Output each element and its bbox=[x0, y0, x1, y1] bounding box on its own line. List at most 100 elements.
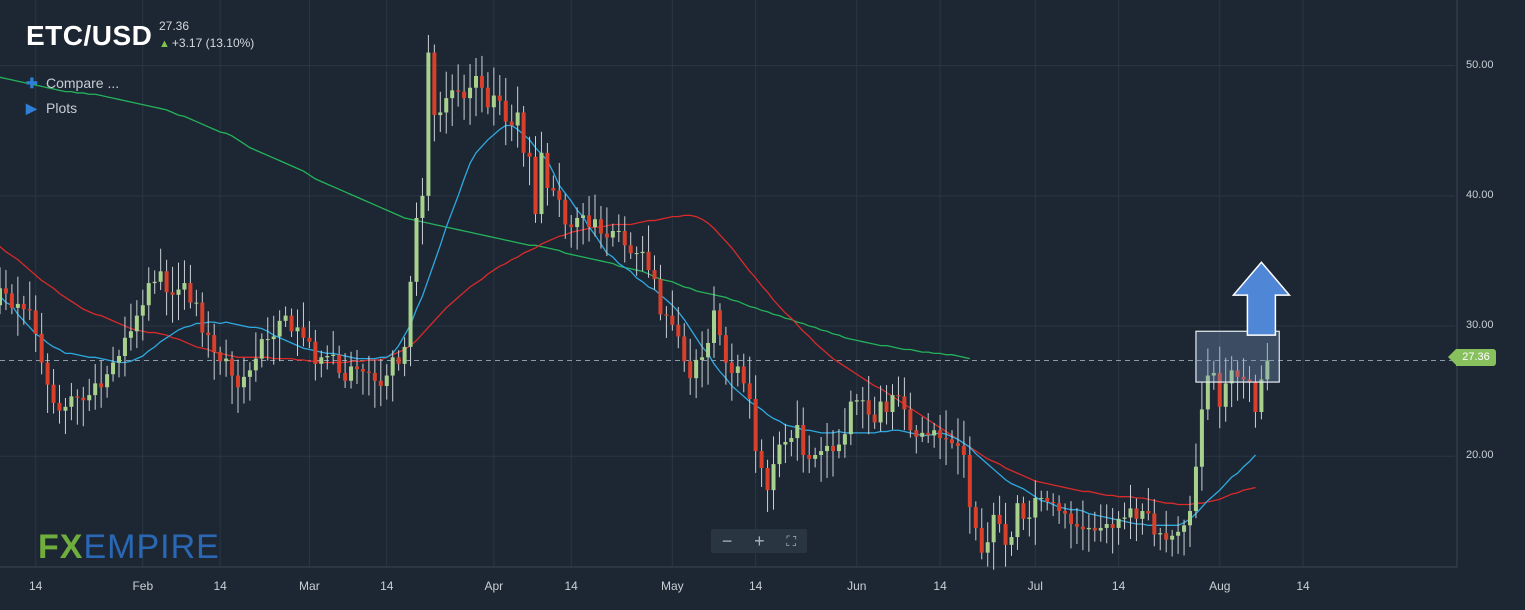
candle-body bbox=[438, 112, 443, 116]
candle-body bbox=[93, 383, 98, 396]
candle-body bbox=[920, 432, 925, 437]
candle-body bbox=[128, 331, 133, 338]
candle-body bbox=[182, 283, 187, 290]
x-tick-label: 14 bbox=[380, 579, 394, 593]
candle-body bbox=[515, 112, 520, 126]
zoom-out-button[interactable]: − bbox=[722, 531, 733, 552]
candle-body bbox=[1051, 501, 1056, 504]
candle-body bbox=[105, 374, 110, 388]
candle-body bbox=[396, 357, 401, 364]
candle-body bbox=[598, 219, 603, 234]
candle-body bbox=[1009, 537, 1014, 545]
candle-body bbox=[1223, 383, 1228, 407]
candle-body bbox=[1188, 510, 1192, 526]
candle-body bbox=[866, 400, 871, 415]
candle-body bbox=[563, 199, 568, 225]
candle-body bbox=[176, 289, 181, 295]
candle-body bbox=[468, 87, 473, 99]
candle-body bbox=[87, 395, 92, 401]
plus-icon: ✚ bbox=[26, 75, 38, 91]
candle-body bbox=[432, 52, 437, 116]
candle-body bbox=[426, 52, 431, 196]
candle-body bbox=[497, 95, 502, 101]
candle-body bbox=[581, 215, 586, 218]
chart-area[interactable]: ETC/USD 27.36 ▲ +3.17 (13.10%) ✚ Compare .… bbox=[0, 0, 1525, 610]
y-tick-label: 30.00 bbox=[1466, 319, 1494, 332]
candle-body bbox=[1116, 518, 1121, 528]
candle-body bbox=[801, 425, 806, 455]
candle-body bbox=[390, 357, 395, 376]
price-chart[interactable] bbox=[0, 0, 1525, 610]
plots-button[interactable]: ▶ Plots bbox=[26, 100, 77, 117]
x-tick-label: 14 bbox=[1296, 579, 1310, 593]
candle-body bbox=[384, 375, 389, 386]
candle-body bbox=[63, 406, 68, 411]
candle-body bbox=[69, 396, 74, 407]
candle-body bbox=[45, 362, 50, 385]
candle-body bbox=[146, 283, 151, 306]
candle-body bbox=[569, 224, 574, 228]
candle-body bbox=[551, 188, 556, 191]
candle-body bbox=[295, 327, 300, 332]
candle-body bbox=[462, 91, 467, 99]
candle-body bbox=[967, 454, 972, 508]
candle-body bbox=[902, 396, 907, 410]
candle-body bbox=[610, 230, 615, 238]
candle-body bbox=[271, 336, 276, 340]
candle-body bbox=[224, 358, 229, 362]
up-arrow-icon: ▲ bbox=[159, 38, 170, 50]
candle-body bbox=[842, 434, 847, 445]
candle-body bbox=[908, 409, 913, 431]
x-tick-label: Apr bbox=[484, 579, 504, 593]
candle-body bbox=[860, 400, 865, 402]
candle-body bbox=[890, 395, 895, 413]
candle-body bbox=[134, 315, 139, 332]
x-tick-label: Jun bbox=[847, 579, 867, 593]
candle-body bbox=[527, 152, 532, 157]
candle-body bbox=[474, 76, 478, 88]
candle-body bbox=[1074, 524, 1079, 527]
candle-body bbox=[15, 303, 20, 308]
candle-body bbox=[99, 383, 104, 388]
candle-body bbox=[408, 281, 413, 347]
candle-body bbox=[122, 337, 127, 357]
x-tick-label: Aug bbox=[1209, 579, 1231, 593]
candle-body bbox=[884, 401, 889, 413]
candle-body bbox=[331, 354, 336, 357]
candle-body bbox=[509, 121, 514, 126]
candle-body bbox=[688, 361, 693, 379]
candle-body bbox=[349, 366, 354, 381]
candle-body bbox=[628, 245, 633, 254]
candle-body bbox=[717, 310, 722, 336]
plots-label: Plots bbox=[46, 100, 78, 116]
candle-body bbox=[991, 514, 996, 543]
candle-body bbox=[479, 76, 484, 88]
candle-body bbox=[57, 402, 62, 411]
candle-body bbox=[218, 352, 223, 362]
candle-body bbox=[247, 370, 252, 377]
candle-body bbox=[378, 380, 383, 386]
candle-body bbox=[0, 288, 2, 306]
candle-body bbox=[289, 315, 294, 332]
candle-body bbox=[152, 281, 157, 284]
candle-body bbox=[27, 309, 32, 311]
candle-body bbox=[789, 438, 794, 442]
compare-button[interactable]: ✚ Compare ... bbox=[26, 75, 119, 92]
fullscreen-icon[interactable]: ⛶ bbox=[786, 533, 796, 550]
candle-body bbox=[1086, 527, 1091, 530]
x-tick-label: Feb bbox=[132, 579, 154, 593]
candle-body bbox=[51, 384, 56, 403]
price-change-value: +3.17 (13.10%) bbox=[171, 36, 255, 50]
candle-body bbox=[491, 95, 496, 108]
candle-body bbox=[723, 335, 728, 363]
candle-body bbox=[950, 439, 954, 444]
candle-body bbox=[485, 87, 490, 108]
candle-body bbox=[575, 217, 580, 228]
candle-body bbox=[1098, 527, 1103, 531]
zoom-in-button[interactable]: + bbox=[754, 531, 765, 552]
candle-body bbox=[337, 354, 342, 373]
candle-body bbox=[39, 333, 44, 363]
candle-body bbox=[646, 251, 651, 271]
candle-body bbox=[753, 398, 758, 452]
candle-body bbox=[533, 156, 538, 215]
